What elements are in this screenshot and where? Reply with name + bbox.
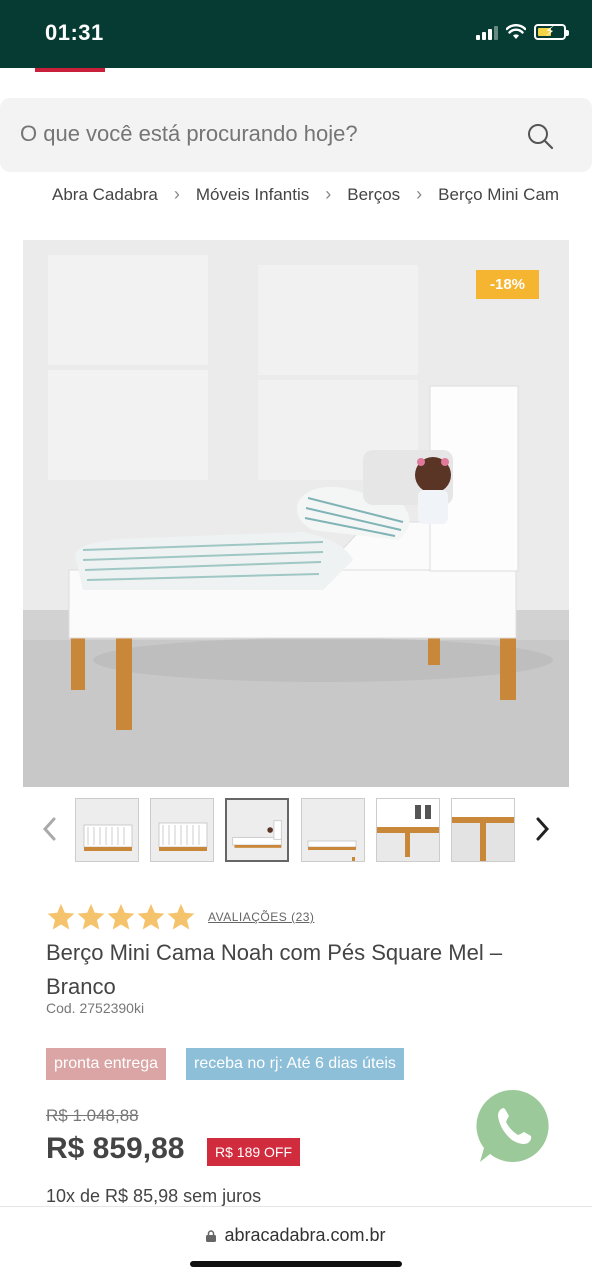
chevron-right-icon: › xyxy=(416,184,423,204)
thumbnail-5[interactable] xyxy=(376,798,440,862)
installments-text: 10x de R$ 85,98 sem juros xyxy=(46,1186,262,1206)
wifi-icon xyxy=(506,24,526,39)
reviews-link[interactable]: AVALIAÇÕES (23) xyxy=(208,910,314,924)
savings-badge: R$ 189 OFF xyxy=(207,1138,301,1166)
breadcrumb-item-category[interactable]: Móveis Infantis xyxy=(196,185,309,205)
search-bar[interactable] xyxy=(0,98,592,172)
breadcrumb-item-home[interactable]: Abra Cadabra xyxy=(52,185,158,205)
product-title: Berço Mini Cama Noah com Pés Square Mel … xyxy=(46,940,503,999)
star-icon xyxy=(167,903,195,930)
browser-bar: abracadabra.com.br xyxy=(0,1206,592,1281)
thumbnail-carousel xyxy=(0,796,592,866)
chevron-left-icon[interactable] xyxy=(38,814,62,844)
product-code: Cod. 2752390ki xyxy=(46,1000,145,1016)
thumbnail-6[interactable] xyxy=(451,798,515,862)
delivery-time-tag: receba no rj: Até 6 dias úteis xyxy=(186,1048,404,1080)
product-image[interactable] xyxy=(23,240,569,787)
thumbnail-1[interactable] xyxy=(75,798,139,862)
star-icon xyxy=(47,903,75,930)
home-indicator[interactable] xyxy=(190,1261,402,1267)
url-text: abracadabra.com.br xyxy=(224,1225,386,1245)
chevron-right-icon[interactable] xyxy=(530,814,554,844)
whatsapp-icon[interactable] xyxy=(476,1088,552,1164)
star-icon xyxy=(137,903,165,930)
lock-icon xyxy=(206,1230,217,1243)
discount-badge: -18% xyxy=(476,270,539,299)
active-nav-indicator xyxy=(35,68,105,72)
chevron-right-icon: › xyxy=(173,184,180,204)
chevron-right-icon: › xyxy=(325,184,332,204)
signal-icon xyxy=(476,24,498,40)
breadcrumb: Abra Cadabra › Móveis Infantis › Berços … xyxy=(52,184,572,205)
rating-row: AVALIAÇÕES (23) xyxy=(46,902,314,932)
star-icon xyxy=(107,903,135,930)
star-icon xyxy=(77,903,105,930)
current-price: R$ 859,88 xyxy=(46,1132,185,1165)
ready-delivery-tag: pronta entrega xyxy=(46,1048,167,1080)
breadcrumb-item-subcategory[interactable]: Berços xyxy=(347,185,400,205)
search-icon[interactable] xyxy=(526,122,554,150)
status-icons: ⚡ xyxy=(476,23,569,40)
status-time: 01:31 xyxy=(45,20,104,45)
battery-icon: ⚡ xyxy=(534,23,569,40)
breadcrumb-item-current: Berço Mini Cam xyxy=(438,184,560,204)
url-field[interactable]: abracadabra.com.br xyxy=(0,1225,592,1246)
search-input[interactable] xyxy=(18,120,502,148)
old-price: R$ 1.048,88 xyxy=(46,1106,139,1125)
thumbnail-3[interactable] xyxy=(225,798,289,862)
thumbnail-2[interactable] xyxy=(150,798,214,862)
status-bar: 01:31 ⚡ xyxy=(0,0,592,68)
thumbnail-4[interactable] xyxy=(301,798,365,862)
